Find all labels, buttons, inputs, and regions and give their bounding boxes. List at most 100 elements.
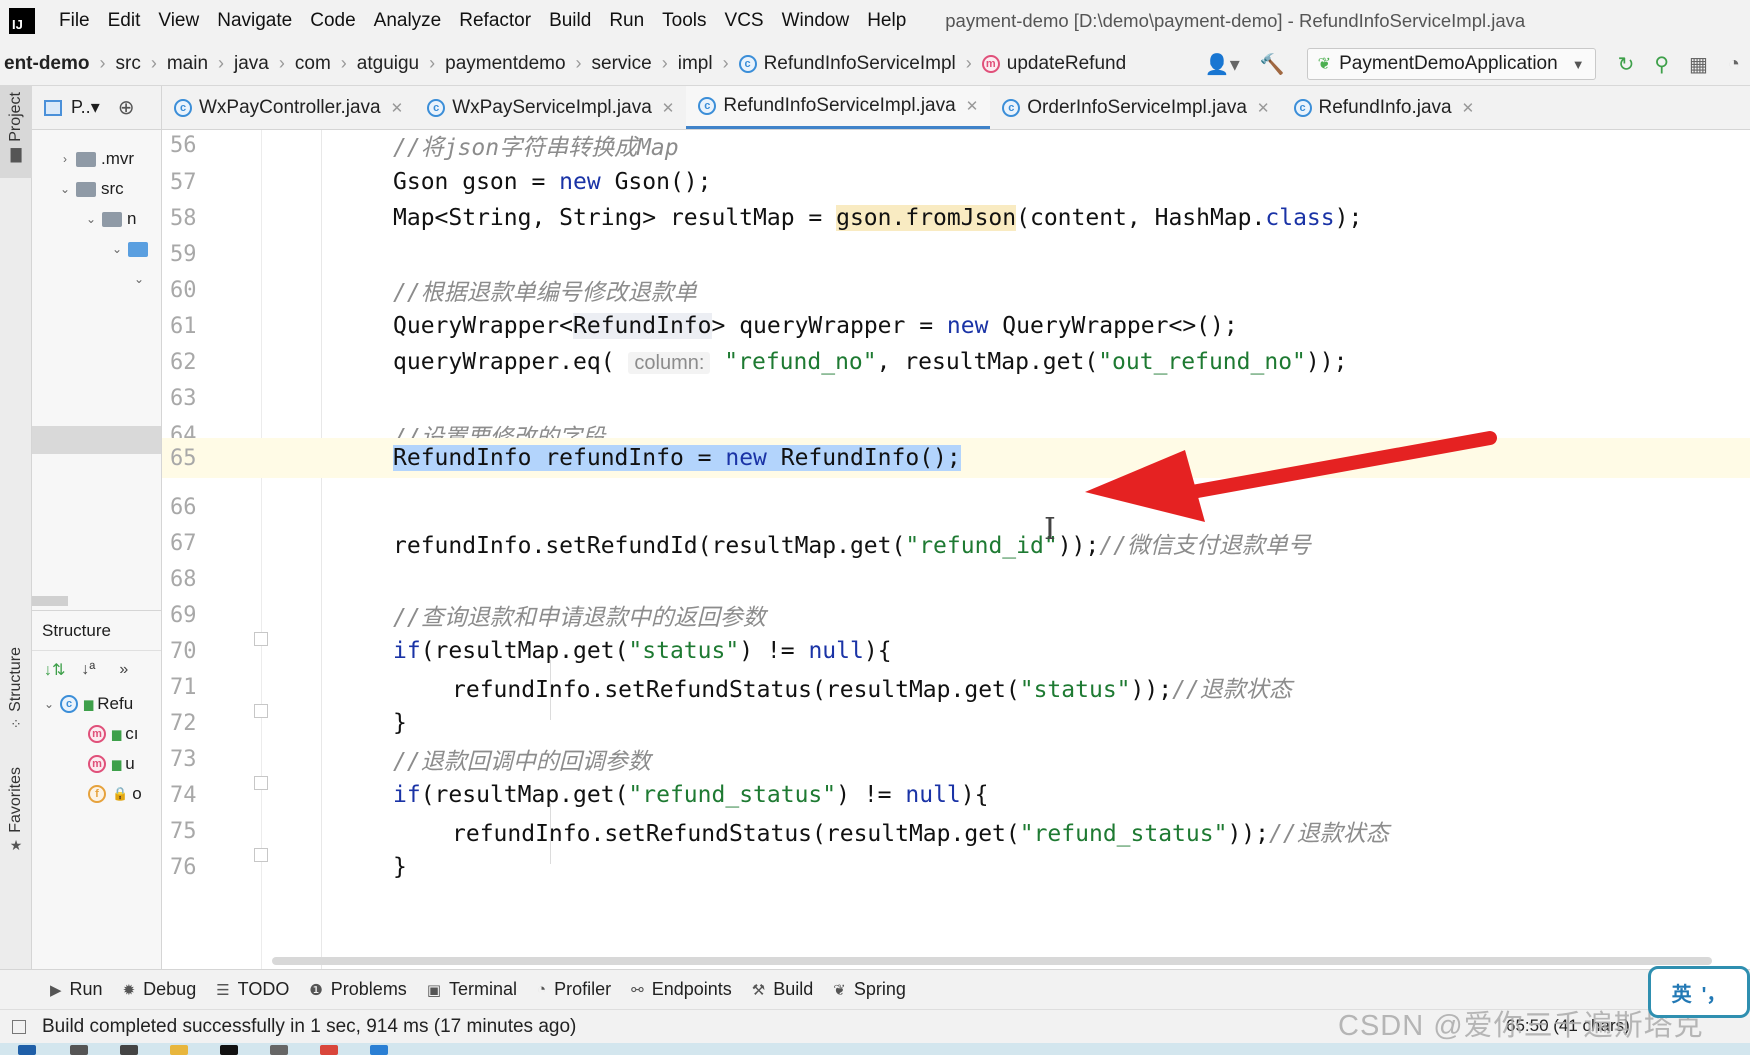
code-line[interactable]: 60 //根据退款单编号修改退款单 [162,270,1750,310]
code-line[interactable]: 57 Gson gson = new Gson(); [162,162,1750,202]
fold-toggle-icon[interactable] [254,776,268,790]
structure-member[interactable]: f 🔒 o [32,779,161,809]
menu-refactor[interactable]: Refactor [450,10,540,32]
tree-node[interactable]: ⌄ n [32,204,161,234]
tab-project[interactable]: Project ▇ [0,86,32,178]
fold-toggle-icon[interactable] [254,632,268,646]
breadcrumb-main[interactable]: main [163,53,212,75]
tree-node[interactable]: ⌄ [32,234,161,264]
profiler-icon[interactable]: ◔ [1718,53,1750,76]
file-explorer-icon[interactable] [170,1045,188,1055]
tab-orderinfoserviceimpl[interactable]: c OrderInfoServiceImpl.java ✕ [990,86,1281,129]
code-line[interactable]: 63 [162,378,1750,418]
menu-edit[interactable]: Edit [99,10,150,32]
breadcrumb-project[interactable]: ent-demo [0,53,94,75]
fold-toggle-icon[interactable] [254,848,268,862]
tab-wxpaycontroller[interactable]: c WxPayController.java ✕ [162,86,415,129]
ime-indicator[interactable]: 英 '， [1648,966,1750,1018]
code-line[interactable]: 73 //退款回调中的回调参数 [162,739,1750,779]
vscode-taskbar-icon[interactable] [370,1045,388,1055]
tool-terminal[interactable]: ▣ Terminal [417,979,527,1000]
search-icon[interactable] [70,1045,88,1055]
tab-refundinfoserviceimpl[interactable]: c RefundInfoServiceImpl.java ✕ [686,86,991,129]
close-icon[interactable]: ✕ [966,97,979,115]
tool-spring[interactable]: ❦ Spring [823,979,916,1000]
code-line[interactable]: 61 QueryWrapper<RefundInfo> queryWrapper… [162,306,1750,346]
tool-problems[interactable]: ❶ Problems [299,979,416,1000]
coverage-icon[interactable]: ▦ [1679,52,1718,77]
user-dropdown-icon[interactable]: 👤▾ [1195,52,1250,77]
code-line[interactable]: 58 Map<String, String> resultMap = gson.… [162,198,1750,238]
close-icon[interactable]: ✕ [391,99,404,117]
menu-navigate[interactable]: Navigate [208,10,301,32]
close-icon[interactable]: ✕ [1462,99,1475,117]
menu-help[interactable]: Help [858,10,915,32]
debug-icon[interactable]: ⚲ [1644,52,1679,77]
code-line[interactable]: 75 refundInfo.setRefundStatus(resultMap.… [162,811,1750,851]
code-line[interactable]: 72 } [162,703,1750,743]
code-line[interactable]: 67 refundInfo.setRefundId(resultMap.get(… [162,523,1750,563]
intellij-taskbar-icon[interactable] [220,1045,238,1055]
horizontal-scrollbar[interactable] [32,596,68,606]
breadcrumb-src[interactable]: src [112,53,145,75]
chrome-taskbar-icon[interactable] [320,1045,338,1055]
horizontal-scrollbar[interactable] [272,957,1712,965]
tool-build[interactable]: ⚒ Build [742,979,823,1000]
project-view-selector[interactable]: P..▾ [71,97,100,118]
app-taskbar-icon[interactable] [270,1045,288,1055]
menu-code[interactable]: Code [301,10,364,32]
close-icon[interactable]: ✕ [1257,99,1270,117]
code-line[interactable]: 76 } [162,847,1750,887]
breadcrumb-method[interactable]: m updateRefund [978,53,1130,75]
code-line[interactable]: 66 [162,487,1750,527]
code-line[interactable]: 71 refundInfo.setRefundStatus(resultMap.… [162,667,1750,707]
menu-window[interactable]: Window [773,10,859,32]
structure-member[interactable]: m ▆ u [32,749,161,779]
tool-endpoints[interactable]: ⚯ Endpoints [621,979,742,1000]
close-icon[interactable]: ✕ [662,99,675,117]
code-editor[interactable]: 56 //将json字符串转换成Map 57 Gson gson = new G… [162,130,1750,969]
tab-refundinfo[interactable]: c RefundInfo.java ✕ [1282,86,1487,129]
fold-toggle-icon[interactable] [254,704,268,718]
code-line[interactable]: 68 [162,559,1750,599]
code-line[interactable]: 70 if(resultMap.get("status") != null){ [162,631,1750,671]
structure-member[interactable]: m ▆ cı [32,719,161,749]
code-line[interactable]: 74 if(resultMap.get("refund_status") != … [162,775,1750,815]
menu-run[interactable]: Run [600,10,653,32]
menu-vcs[interactable]: VCS [716,10,773,32]
locate-icon[interactable]: ⊕ [118,95,135,120]
current-code-line[interactable]: 65 RefundInfo refundInfo = new RefundInf… [162,438,1750,478]
breadcrumb-impl[interactable]: impl [674,53,717,75]
tree-node[interactable]: › .mvr [32,144,161,174]
tab-wxpayserviceimpl[interactable]: c WxPayServiceImpl.java ✕ [415,86,686,129]
breadcrumb-paymentdemo[interactable]: paymentdemo [441,53,569,75]
menu-file[interactable]: File [50,10,99,32]
tree-node[interactable]: ⌄ src [32,174,161,204]
structure-root[interactable]: ⌄ c ▆ Refu [32,689,161,719]
rerun-icon[interactable]: ↻ [1608,52,1645,77]
status-toggle-icon[interactable] [12,1019,26,1034]
breadcrumb-service[interactable]: service [588,53,656,75]
tool-debug[interactable]: ✹ Debug [113,979,207,1000]
menu-analyze[interactable]: Analyze [365,10,451,32]
menu-tools[interactable]: Tools [653,10,715,32]
windows-start-icon[interactable] [18,1045,36,1055]
breadcrumb-atguigu[interactable]: atguigu [353,53,423,75]
menu-build[interactable]: Build [540,10,600,32]
code-line[interactable]: 56 //将json字符串转换成Map [162,130,1750,165]
tab-structure[interactable]: Structure ⁘ [0,641,32,751]
build-hammer-icon[interactable]: 🔨 [1250,52,1295,77]
run-config-select[interactable]: ❦ PaymentDemoApplication ▼ [1306,48,1596,80]
sort-alpha-icon[interactable]: ↓ª [81,661,95,679]
tree-selected-row[interactable] [32,426,161,454]
breadcrumb-com[interactable]: com [291,53,335,75]
tool-run[interactable]: ▶ Run [40,979,113,1000]
tool-todo[interactable]: ☰ TODO [206,979,299,1000]
tab-favorites[interactable]: Favorites ★ [0,761,32,871]
task-view-icon[interactable] [120,1045,138,1055]
code-line[interactable]: 59 [162,234,1750,274]
code-line[interactable]: 69 //查询退款和申请退款中的返回参数 [162,595,1750,635]
tool-profiler[interactable]: ◔ Profiler [527,979,621,1000]
sort-visibility-icon[interactable]: ↓⇅ [44,660,65,680]
breadcrumb-class[interactable]: c RefundInfoServiceImpl [735,53,960,75]
